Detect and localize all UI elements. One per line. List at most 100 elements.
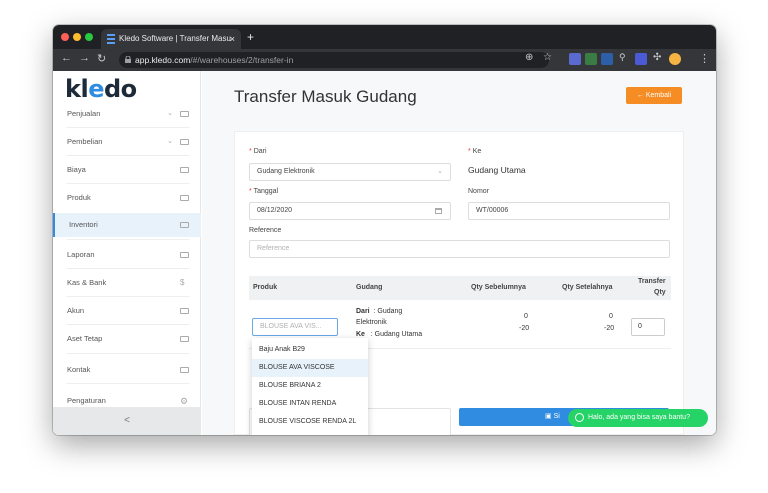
tab-title: Kledo Software | Transfer Masu bbox=[119, 34, 231, 43]
page-title: Transfer Masuk Gudang bbox=[234, 87, 417, 106]
sidebar-item-label: Kontak bbox=[67, 365, 91, 374]
divider bbox=[67, 353, 189, 354]
sidebar-item-kontak[interactable]: Kontak bbox=[53, 358, 201, 382]
sidebar-item-biaya[interactable]: Biaya bbox=[53, 158, 201, 182]
chevron-down-icon: ⌄ bbox=[167, 110, 173, 117]
sidebar-item-aset-tetap[interactable]: Aset Tetap bbox=[53, 327, 201, 351]
tab-close-icon[interactable]: × bbox=[230, 29, 235, 49]
whatsapp-icon bbox=[575, 413, 584, 422]
browser-tab[interactable]: Kledo Software | Transfer Masu × bbox=[101, 29, 241, 49]
sidebar-item-laporan[interactable]: Laporan bbox=[53, 243, 201, 267]
minimize-window-button[interactable] bbox=[73, 33, 81, 41]
date-label: * Tanggal bbox=[249, 188, 279, 195]
box-icon bbox=[180, 195, 189, 201]
link-icon[interactable]: ⚲ bbox=[619, 52, 626, 63]
url-host: app.kledo.com bbox=[135, 55, 191, 65]
cart-icon bbox=[180, 111, 189, 117]
warehouse-icon bbox=[180, 222, 189, 228]
sidebar-item-kas-bank[interactable]: Kas & Bank $ bbox=[53, 271, 201, 295]
qty-before-to: -20 bbox=[519, 325, 530, 332]
chart-icon bbox=[180, 252, 189, 258]
lock-icon bbox=[125, 56, 131, 63]
reference-input[interactable]: Reference bbox=[249, 240, 670, 258]
column-header-qty: Qty bbox=[654, 289, 666, 296]
sidebar-item-label: Laporan bbox=[67, 250, 95, 259]
dropdown-option[interactable]: Baju Anak B29 bbox=[252, 341, 368, 359]
qty-after-from: 0 bbox=[609, 313, 613, 320]
transfer-qty-input[interactable]: 0 bbox=[631, 318, 665, 336]
save-icon: ▣ bbox=[545, 413, 552, 420]
dollar-icon: $ bbox=[180, 278, 185, 287]
transfer-form: * Dari Gudang Elektronik ⌄ * Ke Gudang U… bbox=[234, 131, 684, 435]
extension-icon[interactable] bbox=[635, 53, 647, 65]
number-input[interactable]: WT/00006 bbox=[468, 202, 670, 220]
number-label: Nomor bbox=[468, 188, 490, 195]
address-bar: ← → ↻ app.kledo.com/#/warehouses/2/trans… bbox=[53, 49, 716, 71]
kledo-logo[interactable]: kledo bbox=[65, 75, 137, 103]
column-header-gudang: Gudang bbox=[356, 284, 383, 291]
column-header-produk: Produk bbox=[253, 284, 278, 291]
dropdown-option-selected[interactable]: BLOUSE AVA VISCOSE bbox=[252, 359, 368, 377]
reload-icon[interactable]: ↻ bbox=[97, 52, 106, 65]
building-icon bbox=[180, 336, 189, 342]
extension-icon[interactable] bbox=[601, 53, 613, 65]
sidebar-item-label: Inventori bbox=[69, 220, 98, 229]
row-from-warehouse-cont: Elektronik bbox=[356, 319, 387, 326]
row-to-warehouse: Ke : Gudang Utama bbox=[356, 331, 423, 338]
divider bbox=[67, 268, 189, 269]
date-input[interactable]: 08/12/2020 bbox=[249, 202, 451, 220]
menu-dots-icon[interactable]: ⋮ bbox=[699, 52, 710, 65]
sidebar-item-produk[interactable]: Produk bbox=[53, 186, 201, 210]
maximize-window-button[interactable] bbox=[85, 33, 93, 41]
puzzle-icon[interactable]: ✣ bbox=[653, 52, 661, 63]
new-tab-button[interactable]: + bbox=[247, 30, 254, 44]
ledger-icon bbox=[180, 308, 189, 314]
from-warehouse-select[interactable]: Gudang Elektronik ⌄ bbox=[249, 163, 451, 181]
divider bbox=[67, 183, 189, 184]
divider bbox=[67, 296, 189, 297]
column-header-qty-setelahnya: Qty Setelahnya bbox=[562, 284, 613, 291]
back-arrow-icon[interactable]: ← bbox=[61, 52, 72, 64]
divider bbox=[67, 383, 189, 384]
bookmark-star-icon[interactable]: ☆ bbox=[543, 52, 552, 63]
divider bbox=[67, 239, 189, 240]
table-header: Produk Gudang Qty Sebelumnya Qty Setelah… bbox=[249, 276, 671, 300]
whatsapp-chat-button[interactable]: Halo, ada yang bisa saya bantu? bbox=[568, 409, 708, 427]
dropdown-option[interactable]: BLOUSE VISCOSE RENDA 2L bbox=[252, 413, 368, 431]
sidebar-item-pembelian[interactable]: Pembelian ⌄ bbox=[53, 130, 201, 154]
forward-arrow-icon[interactable]: → bbox=[79, 52, 90, 64]
dropdown-option[interactable]: BLOUSE INTAN RENDA bbox=[252, 395, 368, 413]
sidebar-item-label: Akun bbox=[67, 306, 85, 315]
back-button[interactable]: ← Kembali bbox=[626, 87, 682, 104]
close-window-button[interactable] bbox=[61, 33, 69, 41]
app-root: kledo Penjualan ⌄ Pembelian ⌄ Biaya Prod… bbox=[53, 71, 716, 435]
url-path: /#/warehouses/2/transfer-in bbox=[190, 55, 294, 65]
bag-icon bbox=[180, 139, 189, 145]
sidebar-item-akun[interactable]: Akun bbox=[53, 299, 201, 323]
sidebar: kledo Penjualan ⌄ Pembelian ⌄ Biaya Prod… bbox=[53, 71, 201, 435]
divider bbox=[67, 155, 189, 156]
divider bbox=[67, 127, 189, 128]
kledo-favicon-icon bbox=[107, 34, 115, 44]
sidebar-item-label: Aset Tetap bbox=[67, 334, 103, 343]
to-warehouse-value: Gudang Utama bbox=[468, 165, 526, 175]
url-input[interactable]: app.kledo.com/#/warehouses/2/transfer-in bbox=[119, 52, 549, 68]
extension-icon[interactable] bbox=[569, 53, 581, 65]
chevron-down-icon: ⌄ bbox=[437, 168, 443, 175]
reference-label: Reference bbox=[249, 227, 282, 234]
column-header-qty-sebelumnya: Qty Sebelumnya bbox=[471, 284, 526, 291]
column-header-transfer: Transfer bbox=[638, 278, 666, 285]
profile-avatar[interactable] bbox=[669, 53, 681, 65]
sidebar-item-penjualan[interactable]: Penjualan ⌄ bbox=[53, 102, 201, 126]
sidebar-item-label: Penjualan bbox=[67, 109, 101, 118]
extension-icon[interactable] bbox=[585, 53, 597, 65]
from-label: * Dari bbox=[249, 148, 267, 155]
qty-before-from: 0 bbox=[524, 313, 528, 320]
dropdown-option[interactable]: BLOUSE BRIANA 2 bbox=[252, 377, 368, 395]
sidebar-item-inventori[interactable]: Inventori bbox=[53, 213, 201, 237]
sidebar-item-label: Pembelian bbox=[67, 137, 103, 146]
install-icon[interactable]: ⊕ bbox=[525, 52, 533, 63]
gear-icon: ⚙ bbox=[180, 396, 189, 406]
product-search-input[interactable]: BLOUSE AVA VIS... bbox=[252, 318, 338, 336]
sidebar-collapse-button[interactable]: < bbox=[53, 407, 201, 435]
